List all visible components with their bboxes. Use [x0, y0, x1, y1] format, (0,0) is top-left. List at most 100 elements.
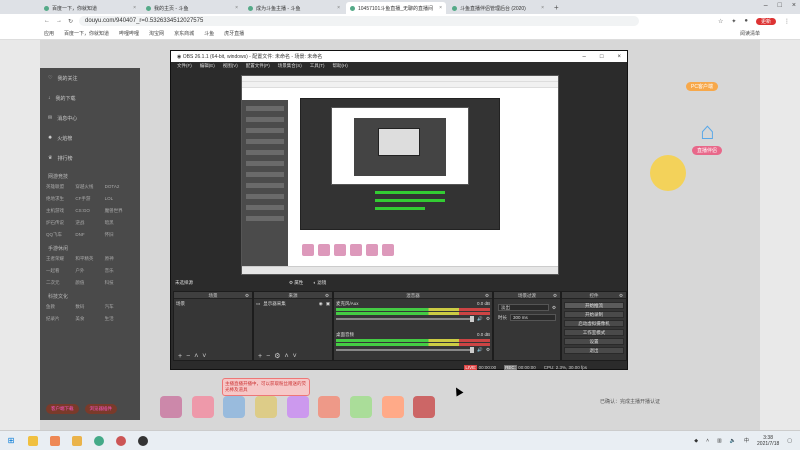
- chevron-down-icon[interactable]: ˅: [293, 353, 297, 360]
- obs-icon[interactable]: [138, 435, 148, 446]
- forward-icon[interactable]: →: [56, 18, 62, 24]
- bookmark-item[interactable]: 斗鱼: [204, 30, 214, 37]
- obs-preview[interactable]: [241, 75, 559, 275]
- sidebar-item-rank[interactable]: ♛ 排行榜: [40, 148, 140, 168]
- new-tab-button[interactable]: +: [554, 2, 559, 14]
- sidebar-item-fire[interactable]: ✹ 火焰榜: [40, 128, 140, 148]
- menu-icon[interactable]: ⋮: [784, 18, 790, 25]
- maximize-icon[interactable]: □: [778, 2, 782, 9]
- gear-icon[interactable]: ⚙: [486, 347, 490, 353]
- client-download-button[interactable]: 客户端下载: [46, 404, 79, 414]
- profile-icon[interactable]: ●: [744, 18, 748, 24]
- reload-icon[interactable]: ↻: [68, 18, 73, 25]
- gift-icon[interactable]: [318, 396, 341, 418]
- sidebar-item-follow[interactable]: ♡ 我的关注: [40, 68, 140, 88]
- category-link[interactable]: 科技: [105, 280, 134, 286]
- taskbar-clock[interactable]: 3:38 2021/7/18: [757, 435, 779, 447]
- gift-icon[interactable]: [160, 396, 182, 418]
- exit-button[interactable]: 退出: [564, 347, 624, 354]
- bookmark-item[interactable]: 京东商城: [174, 30, 194, 37]
- scene-item[interactable]: 场景: [176, 301, 250, 307]
- plugin-button[interactable]: 浏览器插件: [84, 404, 117, 414]
- category-link[interactable]: 和平精英: [75, 256, 104, 262]
- category-link[interactable]: 怀旧: [105, 232, 134, 238]
- windows-start-icon[interactable]: ⊞: [6, 436, 16, 446]
- category-link[interactable]: DOTA2: [105, 184, 134, 190]
- category-link[interactable]: 穿越火线: [75, 184, 104, 190]
- gear-icon[interactable]: ⚙: [486, 316, 490, 322]
- category-link[interactable]: LOL: [105, 196, 134, 202]
- duration-input[interactable]: 300 ms: [510, 314, 556, 321]
- file-explorer-icon[interactable]: [28, 435, 38, 446]
- sidebar-item-messages[interactable]: ✉ 消息中心: [40, 108, 140, 128]
- bookmark-item[interactable]: 虎牙直播: [224, 30, 244, 37]
- category-link[interactable]: 绝地求生: [46, 196, 75, 202]
- gift-icon[interactable]: [286, 396, 309, 418]
- settings-button[interactable]: 设置: [564, 338, 624, 345]
- app-icon[interactable]: [116, 435, 126, 446]
- menu-item[interactable]: 场景集合(S): [278, 63, 302, 69]
- eye-icon[interactable]: ◉: [319, 301, 323, 307]
- bookmark-item[interactable]: 淘宝网: [149, 30, 164, 37]
- app-tray-icon[interactable]: ◆: [694, 438, 698, 444]
- browser-tab-active[interactable]: 10457101斗鱼直播_无聊的直播间 ×: [346, 2, 446, 14]
- category-link[interactable]: 王者荣耀: [46, 256, 75, 262]
- sidebar-item-download[interactable]: ↓ 我的下载: [40, 88, 140, 108]
- category-link[interactable]: CF手游: [75, 196, 104, 202]
- category-link[interactable]: QQ飞车: [46, 232, 75, 238]
- volume-slider[interactable]: [336, 316, 475, 322]
- speaker-icon[interactable]: 🔊: [477, 316, 483, 322]
- transition-select[interactable]: 淡出: [498, 304, 549, 311]
- minimize-icon[interactable]: –: [583, 54, 586, 60]
- remove-icon[interactable]: −: [186, 353, 190, 360]
- minimize-icon[interactable]: –: [764, 2, 768, 9]
- menu-item[interactable]: 工具(T): [310, 63, 325, 69]
- network-icon[interactable]: ▥: [717, 438, 722, 444]
- gear-icon[interactable]: ⚙: [485, 292, 489, 299]
- properties-button[interactable]: ⚙ 属性: [289, 280, 303, 286]
- category-link[interactable]: 主机游戏: [46, 208, 75, 214]
- category-link[interactable]: 魔兽世界: [105, 208, 134, 214]
- reading-list[interactable]: 阅读清单: [740, 30, 800, 37]
- category-link[interactable]: 一起看: [46, 268, 75, 274]
- gift-icon[interactable]: [255, 396, 278, 418]
- gift-icon[interactable]: [350, 396, 373, 418]
- address-bar[interactable]: douyu.com/940407_r=0.5326334512027575: [79, 16, 640, 26]
- gear-icon[interactable]: ⚙: [553, 292, 557, 299]
- maximize-icon[interactable]: □: [600, 54, 604, 60]
- lock-icon[interactable]: ▣: [326, 301, 330, 307]
- start-streaming-button[interactable]: 开始推流: [564, 302, 624, 309]
- category-link[interactable]: 生活: [105, 316, 134, 322]
- gift-icon[interactable]: [223, 396, 246, 418]
- bookmark-item[interactable]: 百度一下，你就知道: [64, 30, 109, 37]
- chevron-up-icon[interactable]: ˄: [706, 438, 709, 444]
- close-icon[interactable]: ×: [439, 5, 442, 11]
- category-link[interactable]: 美食: [75, 316, 104, 322]
- gift-icon[interactable]: [381, 396, 404, 418]
- category-link[interactable]: 数码: [75, 304, 104, 310]
- category-link[interactable]: CS:GO: [75, 208, 104, 214]
- category-link[interactable]: 逆战: [75, 220, 104, 226]
- start-recording-button[interactable]: 开始录制: [564, 311, 624, 318]
- gift-icon[interactable]: [191, 396, 214, 418]
- category-link[interactable]: 户外: [75, 268, 104, 274]
- bookmark-item[interactable]: 哔哩哔哩: [119, 30, 139, 37]
- star-icon[interactable]: ☆: [718, 18, 723, 25]
- close-icon[interactable]: ×: [617, 54, 621, 60]
- category-link[interactable]: 暗黑: [105, 220, 134, 226]
- menu-item[interactable]: 文件(F): [177, 63, 192, 69]
- update-button[interactable]: 更新: [755, 17, 776, 25]
- browser-tab[interactable]: 成为斗鱼主播 - 斗鱼 ×: [244, 2, 344, 14]
- remove-icon[interactable]: −: [266, 353, 270, 360]
- add-icon[interactable]: +: [178, 353, 182, 360]
- category-link[interactable]: 纪录片: [46, 316, 75, 322]
- close-icon[interactable]: ×: [541, 5, 544, 11]
- gear-icon[interactable]: ⚙: [325, 292, 329, 299]
- speaker-icon[interactable]: 🔊: [477, 347, 483, 353]
- browser-tab[interactable]: 斗鱼直播伴侣管理后台 (2020) ×: [448, 2, 548, 14]
- back-icon[interactable]: ←: [44, 18, 50, 24]
- category-link[interactable]: DNF: [75, 232, 104, 238]
- notification-icon[interactable]: ▢: [787, 438, 792, 444]
- extension-icon[interactable]: ✦: [731, 18, 736, 25]
- bookmark-item[interactable]: 应用: [44, 30, 54, 37]
